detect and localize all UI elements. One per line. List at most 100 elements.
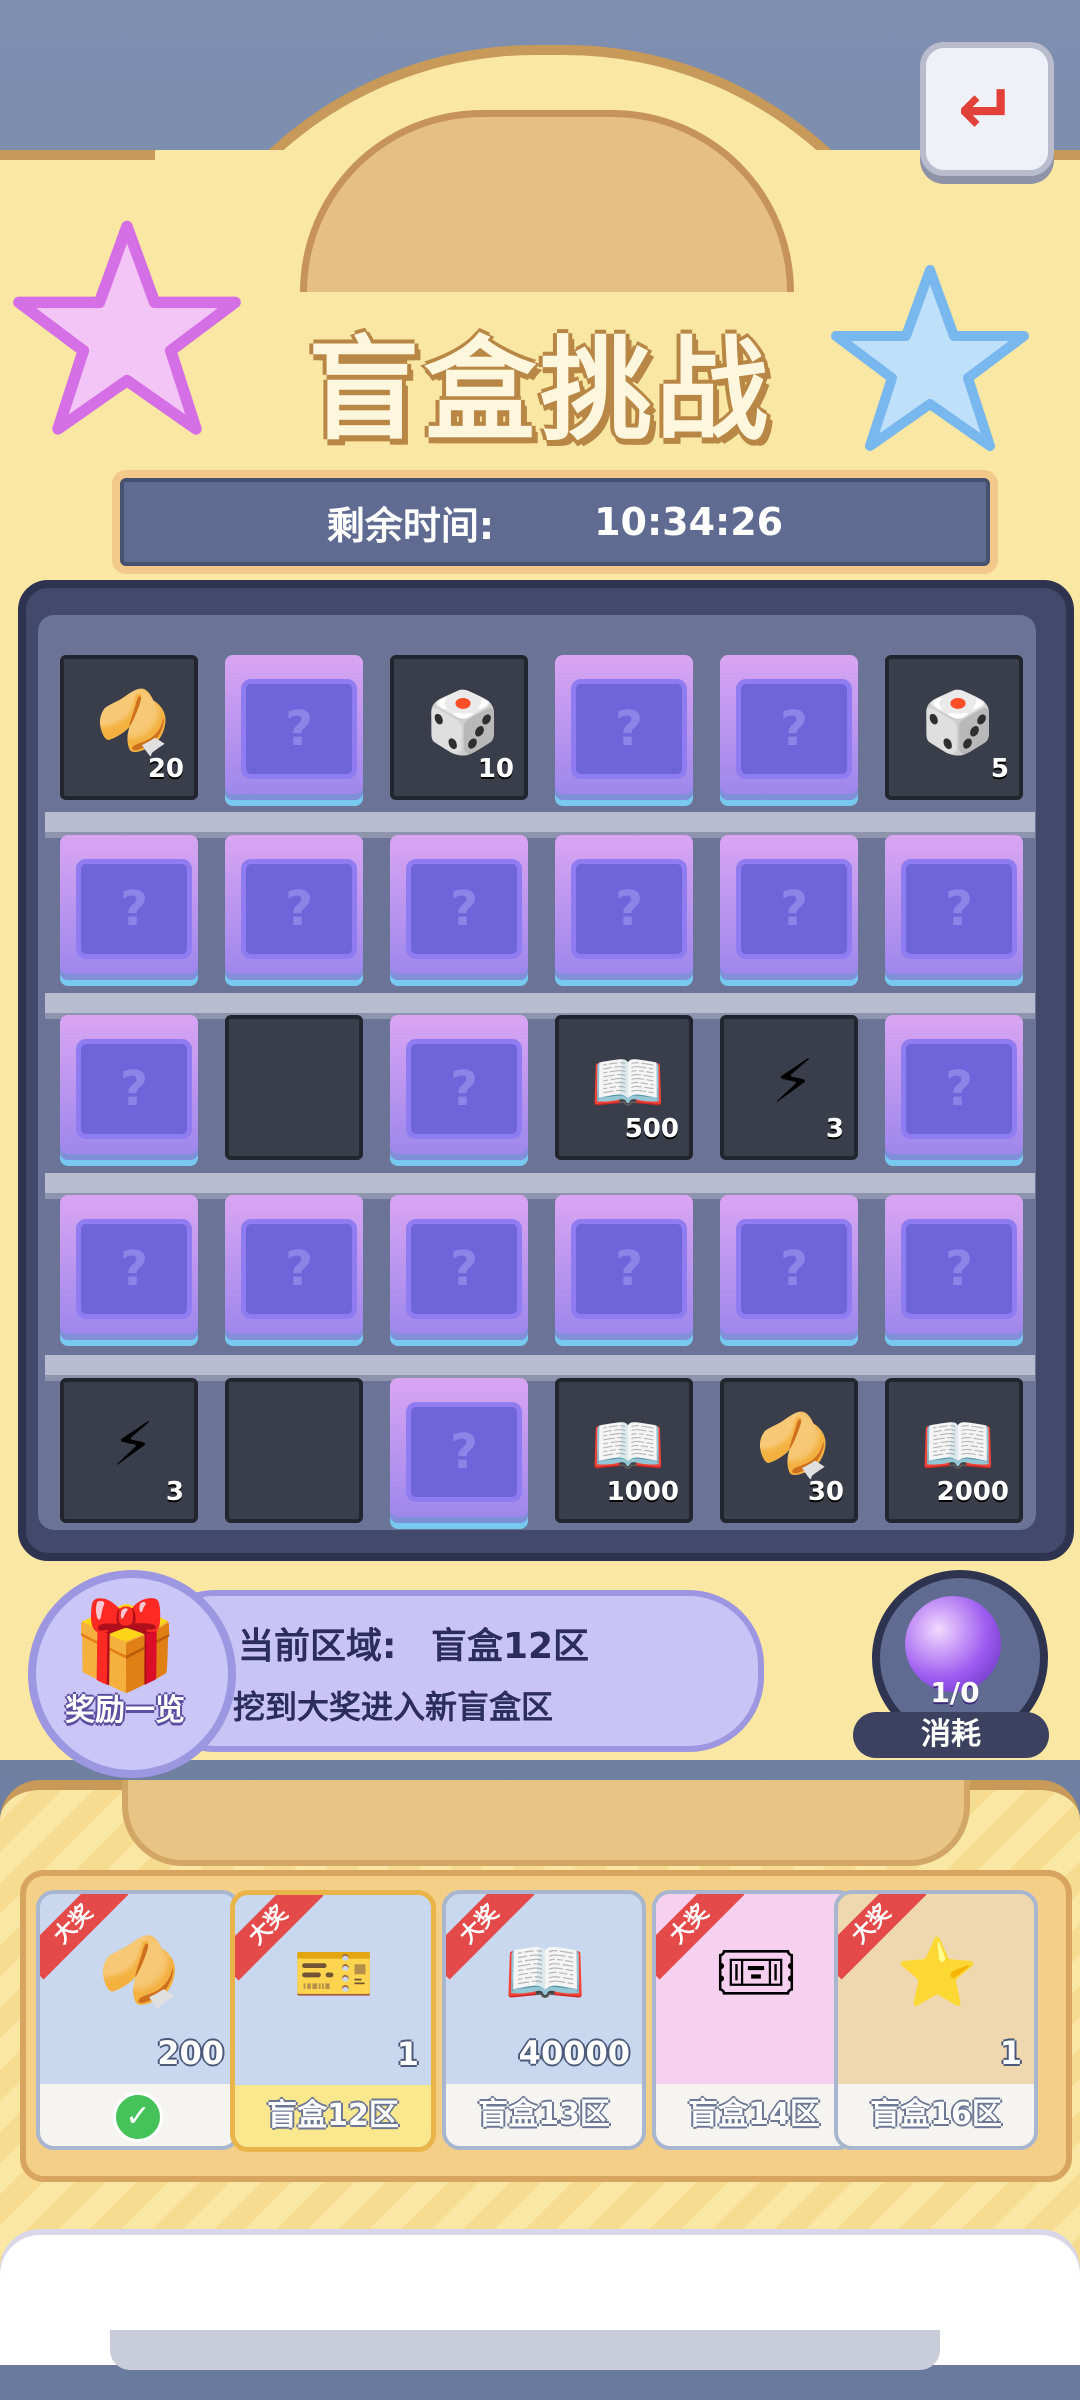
blind-box-closed[interactable]: ? [390, 1378, 528, 1523]
countdown-timer: 剩余时间: 10:34:26 [112, 470, 998, 574]
blind-box-closed[interactable]: ? [720, 655, 858, 800]
blind-box-closed[interactable]: ? [885, 835, 1023, 980]
blind-box-closed[interactable]: ? [555, 655, 693, 800]
mystery-ticket-icon: ? [76, 1219, 192, 1319]
mystery-ticket-icon: ? [406, 1219, 522, 1319]
mystery-ticket-icon: ? [241, 679, 357, 779]
blue-ticket-icon: 🎟 [714, 1934, 798, 2011]
blind-box-empty [225, 1378, 363, 1523]
mystery-ticket-icon: ? [736, 859, 852, 959]
timer-label: 剩余时间: [326, 503, 495, 548]
blind-box-closed[interactable]: ? [555, 835, 693, 980]
book-icon: 📖 [590, 1047, 666, 1118]
shelf-divider [45, 812, 1035, 838]
shelf-divider [45, 1355, 1035, 1381]
dice-icon: 🎲 [425, 687, 501, 758]
mystery-ticket-icon: ? [406, 1402, 522, 1502]
mystery-ticket-icon: ? [76, 859, 192, 959]
blind-box-closed[interactable]: ? [885, 1015, 1023, 1160]
mystery-ticket-icon: ? [406, 1039, 522, 1139]
blind-box-closed[interactable]: ? [60, 1015, 198, 1160]
fortune-cookie-icon: 🥠 [95, 687, 171, 758]
region-hint: 挖到大奖进入新盲盒区 [233, 1688, 554, 1726]
reward-count: 20 [147, 754, 184, 784]
reward-region-label: 盲盒13区 [446, 2084, 642, 2146]
timer-value: 10:34:26 [594, 500, 784, 544]
blind-box-closed[interactable]: ? [60, 835, 198, 980]
blind-box-opened: 🎲 10 [390, 655, 528, 800]
reward-amount: 200 [157, 2034, 224, 2072]
blind-box-closed[interactable]: ? [720, 1195, 858, 1340]
blind-box-opened: 🥠 20 [60, 655, 198, 800]
reward-count: 30 [807, 1477, 844, 1507]
blind-box-opened: ⚡ 3 [720, 1015, 858, 1160]
return-arrow-icon: ↵ [957, 68, 1017, 150]
mystery-ticket-icon: ? [736, 679, 852, 779]
reward-count: 10 [477, 754, 514, 784]
dice-icon: 🎲 [920, 687, 996, 758]
blind-box-closed[interactable]: ? [225, 655, 363, 800]
check-icon: ✓ [113, 2092, 163, 2142]
blind-box-opened: 🎲 5 [885, 655, 1023, 800]
reward-card[interactable]: 大奖 🥠 200 ✓ [36, 1890, 240, 2150]
back-button[interactable]: ↵ [920, 42, 1054, 176]
reward-card[interactable]: 大奖 ⭐ 1 盲盒16区 [834, 1890, 1038, 2150]
mystery-ticket-icon: ? [901, 859, 1017, 959]
reward-count: 3 [825, 1114, 844, 1144]
current-region-label: 当前区域: [238, 1626, 397, 1667]
reward-count: 2000 [936, 1477, 1009, 1507]
mystery-ticket-icon: ? [406, 859, 522, 959]
blind-box-closed[interactable]: ? [390, 1015, 528, 1160]
reward-count: 1000 [606, 1477, 679, 1507]
reward-count: 3 [165, 1477, 184, 1507]
book-icon: 📖 [590, 1410, 666, 1481]
gift-icon: 🎁 [71, 1596, 179, 1696]
blind-box-closed[interactable]: ? [390, 1195, 528, 1340]
reward-region-label: 盲盒12区 [235, 2085, 431, 2147]
reward-count: 500 [624, 1114, 679, 1144]
reward-region-label: 盲盒14区 [656, 2084, 852, 2146]
mystery-ticket-icon: ? [571, 679, 687, 779]
mystery-ticket-icon: ? [736, 1219, 852, 1319]
green-ticket-icon: 🎫 [293, 1935, 376, 2012]
star-card-icon: ⭐ [896, 1934, 979, 2011]
reward-amount: 40000 [518, 2034, 630, 2072]
blind-box-closed[interactable]: ? [885, 1195, 1023, 1340]
mystery-ticket-icon: ? [571, 859, 687, 959]
fortune-cookie-icon: 🥠 [98, 1934, 181, 2011]
blind-box-opened: ⚡ 3 [60, 1378, 198, 1523]
current-region: 当前区域: 盲盒12区 [238, 1617, 589, 1669]
blind-box-opened: 📖 1000 [555, 1378, 693, 1523]
blind-box-opened: 🥠 30 [720, 1378, 858, 1523]
current-region-value: 盲盒12区 [430, 1626, 590, 1667]
blind-box-opened: 📖 2000 [885, 1378, 1023, 1523]
blind-box-closed[interactable]: ? [390, 835, 528, 980]
book-icon: 📖 [504, 1934, 587, 2011]
mystery-ticket-icon: ? [76, 1039, 192, 1139]
reward-card[interactable]: 大奖 🎟 盲盒14区 [652, 1890, 856, 2150]
orb-count: 1/0 [930, 1676, 980, 1709]
mystery-ticket-icon: ? [241, 859, 357, 959]
reward-amount: 1 [396, 2035, 419, 2073]
reward-card[interactable]: 大奖 🎫 1 盲盒12区 [230, 1890, 436, 2152]
reward-amount: 1 [999, 2034, 1022, 2072]
mystery-ticket-icon: ? [241, 1219, 357, 1319]
mystery-ticket-icon: ? [901, 1219, 1017, 1319]
reward-count: 5 [990, 754, 1009, 784]
lightning-icon: ⚡ [771, 1047, 815, 1117]
mystery-ticket-icon: ? [901, 1039, 1017, 1139]
blind-box-closed[interactable]: ? [720, 835, 858, 980]
blind-box-opened: 📖 500 [555, 1015, 693, 1160]
claimed-footer: ✓ [40, 2084, 236, 2146]
blind-box-closed[interactable]: ? [60, 1195, 198, 1340]
book-icon: 📖 [920, 1410, 996, 1481]
lightning-icon: ⚡ [111, 1410, 155, 1480]
consume-label: 消耗 [853, 1712, 1049, 1758]
mystery-ticket-icon: ? [571, 1219, 687, 1319]
reward-list-label: 奖励一览 [65, 1693, 185, 1728]
reward-card[interactable]: 大奖 📖 40000 盲盒13区 [442, 1890, 646, 2150]
blind-box-closed[interactable]: ? [225, 835, 363, 980]
page-title: 盲盒挑战 [308, 326, 772, 456]
blind-box-closed[interactable]: ? [555, 1195, 693, 1340]
blind-box-closed[interactable]: ? [225, 1195, 363, 1340]
